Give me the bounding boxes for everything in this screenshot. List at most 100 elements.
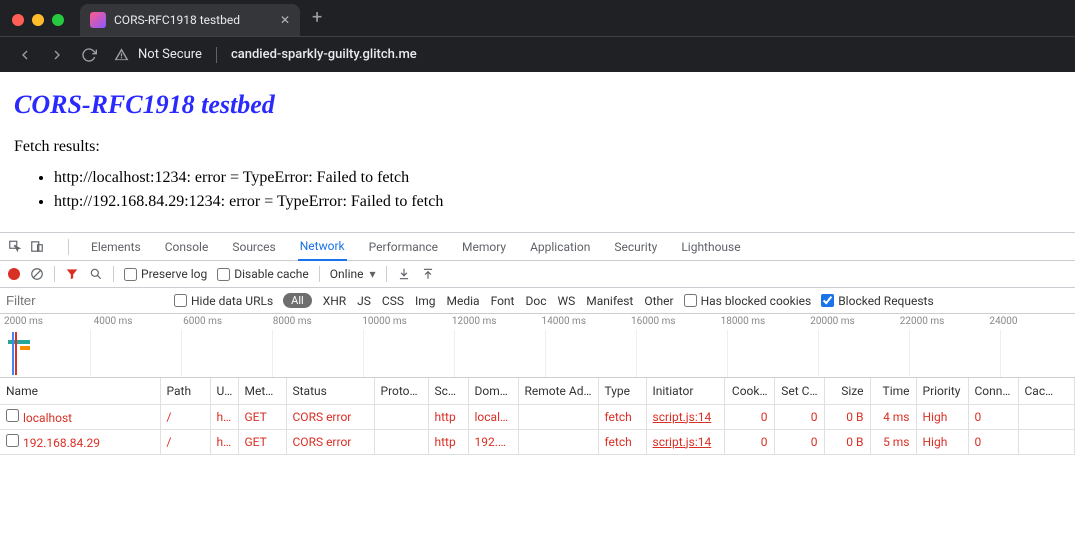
- cell-domain: local…: [468, 404, 518, 429]
- col-cookies[interactable]: Cook…: [724, 378, 774, 404]
- cell-connection: 0: [968, 429, 1018, 454]
- cell-method: GET: [238, 404, 286, 429]
- col-initiator[interactable]: Initiator: [646, 378, 724, 404]
- col-size[interactable]: Size: [824, 378, 870, 404]
- tab-console[interactable]: Console: [163, 233, 211, 261]
- favicon-icon: [90, 12, 106, 28]
- new-tab-button[interactable]: +: [306, 7, 328, 36]
- blocked-cookies-label: Has blocked cookies: [701, 294, 812, 308]
- cell-initiator[interactable]: script.js:14: [646, 404, 724, 429]
- filter-font[interactable]: Font: [491, 294, 515, 308]
- hide-data-urls-checkbox[interactable]: Hide data URLs: [174, 294, 273, 308]
- col-protocol[interactable]: Proto…: [374, 378, 428, 404]
- cell-name: localhost: [0, 404, 160, 429]
- chevron-down-icon: ▾: [370, 267, 376, 281]
- col-name[interactable]: Name: [0, 378, 160, 404]
- col-domain[interactable]: Dom…: [468, 378, 518, 404]
- cell-remote: [518, 429, 598, 454]
- filter-manifest[interactable]: Manifest: [586, 294, 633, 308]
- cell-status: CORS error: [286, 429, 374, 454]
- col-connection[interactable]: Conn…: [968, 378, 1018, 404]
- blocked-requests-checkbox[interactable]: Blocked Requests: [821, 294, 933, 308]
- col-time[interactable]: Time: [870, 378, 916, 404]
- cell-size: 0 B: [824, 404, 870, 429]
- browser-tab[interactable]: CORS-RFC1918 testbed ✕: [80, 4, 300, 36]
- browser-chrome: CORS-RFC1918 testbed ✕ + Not Secure cand…: [0, 0, 1075, 72]
- filter-media[interactable]: Media: [447, 294, 480, 308]
- close-tab-icon[interactable]: ✕: [280, 13, 290, 27]
- filter-other[interactable]: Other: [644, 294, 673, 308]
- filter-css[interactable]: CSS: [382, 294, 404, 308]
- col-scheme[interactable]: Sc…: [428, 378, 468, 404]
- cell-initiator[interactable]: script.js:14: [646, 429, 724, 454]
- throttling-value: Online: [330, 267, 364, 281]
- col-status[interactable]: Status: [286, 378, 374, 404]
- cell-method: GET: [238, 429, 286, 454]
- table-row[interactable]: localhost/h…GETCORS errorhttplocal…fetch…: [0, 404, 1075, 429]
- import-har-icon[interactable]: [397, 267, 411, 281]
- clear-button[interactable]: [30, 267, 44, 281]
- network-timeline[interactable]: 2000 ms4000 ms6000 ms8000 ms10000 ms1200…: [0, 314, 1075, 378]
- page-content: CORS-RFC1918 testbed Fetch results: http…: [0, 72, 1075, 232]
- not-secure-icon: [112, 46, 130, 64]
- col-priority[interactable]: Priority: [916, 378, 968, 404]
- filter-ws[interactable]: WS: [557, 294, 575, 308]
- cell-name: 192.168.84.29: [0, 429, 160, 454]
- cell-path: /: [160, 404, 210, 429]
- cell-priority: High: [916, 404, 968, 429]
- network-toolbar: Preserve log Disable cache Online ▾: [0, 261, 1075, 288]
- export-har-icon[interactable]: [421, 267, 435, 281]
- preserve-log-checkbox[interactable]: Preserve log: [124, 267, 207, 281]
- row-checkbox[interactable]: [6, 409, 19, 422]
- tab-security[interactable]: Security: [612, 233, 659, 261]
- tab-sources[interactable]: Sources: [230, 233, 277, 261]
- col-method[interactable]: Meth…: [238, 378, 286, 404]
- tab-network[interactable]: Network: [298, 233, 347, 261]
- record-button[interactable]: [8, 268, 20, 280]
- filter-icon[interactable]: [65, 267, 79, 281]
- cell-remote: [518, 404, 598, 429]
- preserve-log-label: Preserve log: [141, 267, 207, 281]
- search-icon[interactable]: [89, 267, 103, 281]
- filter-img[interactable]: Img: [415, 294, 436, 308]
- filter-all[interactable]: All: [283, 293, 312, 308]
- cell-protocol: [374, 404, 428, 429]
- forward-button[interactable]: [48, 46, 66, 64]
- maximize-window-button[interactable]: [52, 14, 64, 26]
- cell-cache: [1018, 429, 1075, 454]
- cell-url: h…: [210, 429, 238, 454]
- filter-input[interactable]: [4, 289, 164, 312]
- throttling-select[interactable]: Online ▾: [330, 267, 376, 281]
- col-remote[interactable]: Remote Ad…: [518, 378, 598, 404]
- col-type[interactable]: Type: [598, 378, 646, 404]
- blocked-requests-label: Blocked Requests: [838, 294, 933, 308]
- filter-xhr[interactable]: XHR: [323, 294, 346, 308]
- cell-setcookies: 0: [774, 429, 824, 454]
- cell-setcookies: 0: [774, 404, 824, 429]
- tab-lighthouse[interactable]: Lighthouse: [679, 233, 742, 261]
- url-host: candied-sparkly-guilty.glitch.me: [231, 47, 417, 62]
- cell-type: fetch: [598, 429, 646, 454]
- device-toolbar-icon[interactable]: [30, 239, 44, 254]
- col-setcookies[interactable]: Set C…: [774, 378, 824, 404]
- inspect-element-icon[interactable]: [8, 239, 22, 254]
- close-window-button[interactable]: [12, 14, 24, 26]
- disable-cache-checkbox[interactable]: Disable cache: [217, 267, 309, 281]
- table-row[interactable]: 192.168.84.29/h…GETCORS errorhttp192.…fe…: [0, 429, 1075, 454]
- tab-application[interactable]: Application: [528, 233, 592, 261]
- col-path[interactable]: Path: [160, 378, 210, 404]
- tab-memory[interactable]: Memory: [460, 233, 508, 261]
- blocked-cookies-checkbox[interactable]: Has blocked cookies: [684, 294, 812, 308]
- back-button[interactable]: [16, 46, 34, 64]
- reload-button[interactable]: [80, 46, 98, 64]
- tab-elements[interactable]: Elements: [89, 233, 143, 261]
- col-cache[interactable]: Cac…: [1018, 378, 1075, 404]
- tab-performance[interactable]: Performance: [367, 233, 440, 261]
- filter-js[interactable]: JS: [357, 294, 371, 308]
- row-checkbox[interactable]: [6, 434, 19, 447]
- window-controls: [12, 14, 64, 26]
- address-bar[interactable]: Not Secure candied-sparkly-guilty.glitch…: [112, 46, 417, 64]
- col-url[interactable]: U…: [210, 378, 238, 404]
- minimize-window-button[interactable]: [32, 14, 44, 26]
- filter-doc[interactable]: Doc: [525, 294, 546, 308]
